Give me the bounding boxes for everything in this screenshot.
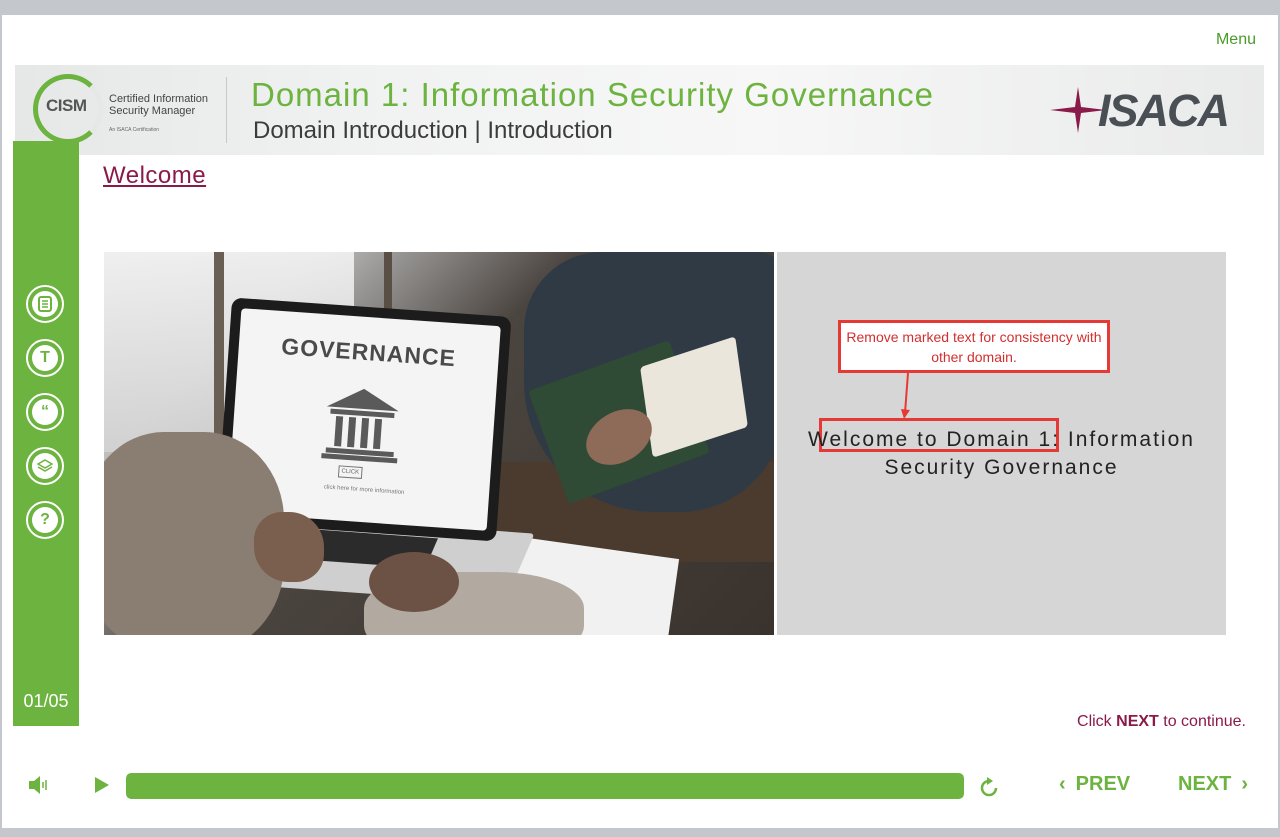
continue-hint-keyword: NEXT bbox=[1116, 713, 1159, 730]
volume-icon[interactable] bbox=[28, 775, 50, 795]
photo-click-button: CLICK bbox=[337, 465, 363, 479]
play-icon[interactable] bbox=[94, 776, 110, 794]
annotation-arrow-icon bbox=[901, 373, 910, 419]
governance-photo: GOVERNANCE CLICK click here for more inf… bbox=[104, 252, 774, 635]
help-icon: ? bbox=[32, 507, 58, 533]
continue-hint-suffix: to continue. bbox=[1163, 713, 1246, 730]
transcript-button[interactable]: T bbox=[26, 339, 64, 377]
sidebar: T “ ? 01/05 bbox=[13, 141, 79, 726]
continue-hint-prefix: Click bbox=[1077, 713, 1112, 730]
welcome-panel: Remove marked text for consistency with … bbox=[777, 252, 1226, 635]
notes-icon bbox=[32, 291, 58, 317]
domain-title: Domain 1: Information Security Governanc… bbox=[251, 76, 934, 113]
player-controls: ‹ PREV NEXT › bbox=[2, 755, 1278, 815]
domain-subtitle: Domain Introduction | Introduction bbox=[253, 117, 613, 144]
next-label: NEXT bbox=[1178, 773, 1232, 795]
photo-screen-text: GOVERNANCE bbox=[280, 333, 457, 372]
progress-bar[interactable] bbox=[126, 773, 964, 799]
cism-logo-acronym: CISM bbox=[46, 96, 87, 115]
header-divider bbox=[226, 77, 227, 143]
chevron-right-icon: › bbox=[1241, 773, 1249, 795]
photo-hand bbox=[254, 512, 324, 582]
cism-logo: CISM Certified Information Security Mana… bbox=[33, 74, 213, 144]
page-title: Welcome bbox=[103, 162, 207, 189]
photo-hand bbox=[369, 552, 459, 612]
quote-button[interactable]: “ bbox=[26, 393, 64, 431]
progress-fill bbox=[126, 773, 964, 799]
next-button[interactable]: NEXT › bbox=[1178, 773, 1248, 796]
continue-hint: Click NEXT to continue. bbox=[1077, 713, 1246, 731]
review-annotation: Remove marked text for consistency with … bbox=[838, 320, 1110, 373]
slide-counter: 01/05 bbox=[23, 691, 69, 711]
prev-label: PREV bbox=[1075, 773, 1131, 795]
replay-icon[interactable] bbox=[977, 776, 1001, 800]
help-button[interactable]: ? bbox=[26, 501, 64, 539]
cism-logo-subtitle: Certified Information Security Manager bbox=[109, 93, 209, 117]
prev-button[interactable]: ‹ PREV bbox=[1059, 773, 1130, 796]
welcome-text: Welcome to Domain 1: Information Securit… bbox=[808, 428, 1195, 479]
chevron-left-icon: ‹ bbox=[1059, 773, 1066, 795]
transcript-icon: T bbox=[32, 345, 58, 371]
notes-button[interactable] bbox=[26, 285, 64, 323]
quote-icon: “ bbox=[32, 399, 58, 425]
courthouse-icon bbox=[321, 388, 399, 464]
cism-logo-tagline: An ISACA Certification bbox=[109, 127, 160, 133]
photo-click-caption: click here for more information bbox=[323, 484, 405, 496]
course-header: CISM Certified Information Security Mana… bbox=[15, 65, 1264, 155]
layers-icon bbox=[32, 453, 58, 479]
isaca-wordmark: ISACA bbox=[1097, 85, 1230, 136]
isaca-logo: ISACA bbox=[1048, 85, 1230, 136]
layers-button[interactable] bbox=[26, 447, 64, 485]
menu-button[interactable]: Menu bbox=[1216, 31, 1256, 49]
